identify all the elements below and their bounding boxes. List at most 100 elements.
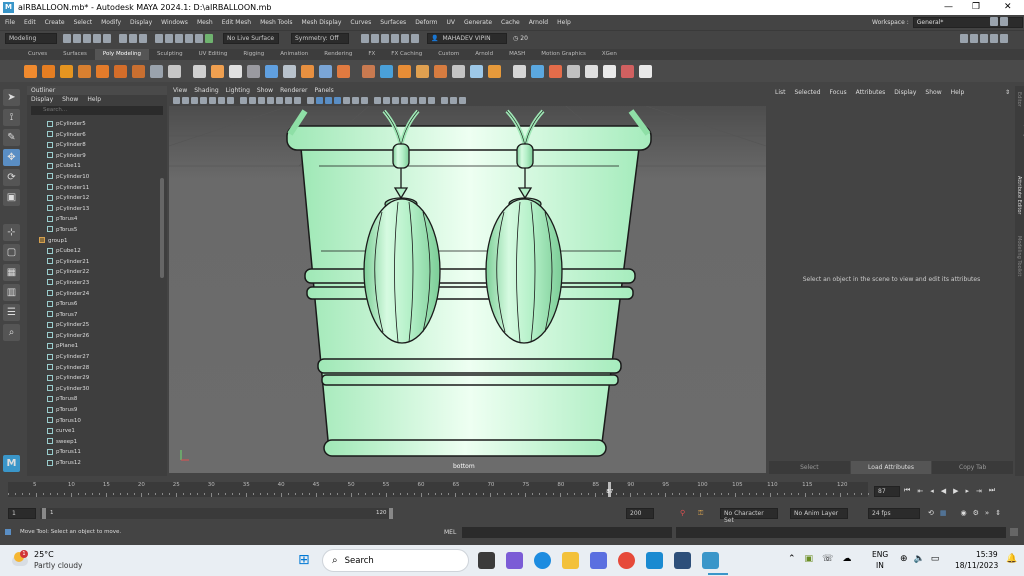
- viewport-shadows-icon[interactable]: [352, 97, 359, 104]
- shelf-layout-icon[interactable]: [621, 64, 634, 78]
- history-icon[interactable]: [361, 34, 369, 43]
- paint-select-tool-icon[interactable]: ✎: [3, 129, 20, 146]
- shelf-platonic-icon[interactable]: [150, 64, 163, 78]
- globe-icon[interactable]: ⊕: [900, 554, 908, 564]
- load-attributes-button[interactable]: Load Attributes: [850, 461, 932, 474]
- outliner-scrollbar[interactable]: [160, 178, 164, 278]
- shelf-tab-curves[interactable]: Curves: [20, 49, 55, 60]
- outliner-item[interactable]: pCylinder25: [27, 320, 161, 331]
- viewport-gamma-icon[interactable]: [450, 97, 457, 104]
- viewport-menu-view[interactable]: View: [173, 87, 187, 94]
- shelf-quad-draw-icon[interactable]: [488, 64, 501, 78]
- viewport-menu-renderer[interactable]: Renderer: [280, 87, 307, 94]
- menu-display[interactable]: Display: [130, 19, 152, 26]
- viewport-xray-components-icon[interactable]: [428, 97, 435, 104]
- user-account-dropdown[interactable]: 👤 MAHADEV VIPIN: [427, 33, 507, 44]
- menu-uv[interactable]: UV: [447, 19, 456, 26]
- viewport-menu-panels[interactable]: Panels: [314, 87, 333, 94]
- shelf-connect-icon[interactable]: [434, 64, 447, 78]
- shelf-smooth-icon[interactable]: [283, 64, 296, 78]
- select-hierarchy-icon[interactable]: [119, 34, 127, 43]
- shelf-tab-arnold[interactable]: Arnold: [467, 49, 501, 60]
- save-scene-icon[interactable]: [83, 34, 91, 43]
- mel-command-input[interactable]: [462, 527, 672, 538]
- language-top[interactable]: ENG: [872, 550, 888, 559]
- sound-icon[interactable]: ◉: [961, 509, 967, 517]
- live-surface-field[interactable]: No Live Surface: [223, 33, 279, 44]
- menu-cache[interactable]: Cache: [501, 19, 520, 26]
- outliner-item[interactable]: pCylinder27: [27, 352, 161, 363]
- snap-view-icon[interactable]: [195, 34, 203, 43]
- viewport-default-material-icon[interactable]: [325, 97, 332, 104]
- clock-date[interactable]: 18/11/2023: [955, 561, 998, 570]
- shelf-tab-rendering[interactable]: Rendering: [316, 49, 360, 60]
- snap-point-icon[interactable]: [175, 34, 183, 43]
- viewport-xray-joints-icon[interactable]: [419, 97, 426, 104]
- range-start-handle[interactable]: [42, 508, 46, 519]
- shelf-svg-text-icon[interactable]: [193, 64, 206, 78]
- outliner-item[interactable]: pTorus5: [27, 225, 161, 236]
- snap-curve-icon[interactable]: [165, 34, 173, 43]
- attr-menu-list[interactable]: List: [775, 86, 786, 100]
- viewport-resolution-gate-icon[interactable]: [258, 97, 265, 104]
- outliner-item[interactable]: pTorus6: [27, 299, 161, 310]
- side-tab-channel-box[interactable]: Channel Box / Layer Editor: [1016, 92, 1024, 152]
- outliner-item[interactable]: pCube11: [27, 161, 161, 172]
- outliner-item[interactable]: pCylinder8: [27, 140, 161, 151]
- outliner-item[interactable]: pTorus8: [27, 394, 161, 405]
- step-forward-key-icon[interactable]: ⇥: [976, 487, 982, 495]
- viewport-motion-blur-icon[interactable]: [374, 97, 381, 104]
- shelf-checker-icon[interactable]: [639, 64, 652, 78]
- select-object-icon[interactable]: [129, 34, 137, 43]
- attr-menu-focus[interactable]: Focus: [830, 86, 847, 100]
- go-to-end-icon[interactable]: ⏭: [989, 486, 995, 495]
- taskbar-search-box[interactable]: ⌕ Search: [322, 549, 469, 572]
- clock-time[interactable]: 15:39: [976, 550, 998, 559]
- shelf-tab-sculpting[interactable]: Sculpting: [149, 49, 191, 60]
- teams-icon[interactable]: [506, 552, 523, 569]
- toggle-tool-settings-icon[interactable]: [980, 34, 988, 43]
- tray-cloud-icon[interactable]: ☁: [842, 554, 851, 564]
- battery-icon[interactable]: ▭: [931, 554, 940, 564]
- move-tool-icon[interactable]: ✥: [3, 149, 20, 166]
- show-hidden-icons-chevron-icon[interactable]: ⌃: [788, 554, 796, 564]
- shelf-separate-icon[interactable]: [265, 64, 278, 78]
- viewport-depth-of-field-icon[interactable]: [392, 97, 399, 104]
- anim-settings-icon[interactable]: ⇕: [995, 509, 1001, 517]
- anim-layer-dropdown[interactable]: No Anim Layer: [790, 508, 848, 519]
- play-forward-icon[interactable]: ▶: [953, 487, 958, 495]
- new-scene-icon[interactable]: [63, 34, 71, 43]
- play-back-icon[interactable]: ◀: [941, 487, 946, 495]
- select-button[interactable]: Select: [769, 461, 850, 474]
- menu-help[interactable]: Help: [557, 19, 571, 26]
- outliner-item[interactable]: pCylinder28: [27, 363, 161, 374]
- viewport-camera-attributes-icon[interactable]: [191, 97, 198, 104]
- shelf-cut-uv-icon[interactable]: [567, 64, 580, 78]
- shelf-sweep-icon[interactable]: [211, 64, 224, 78]
- shelf-combine-icon[interactable]: [247, 64, 260, 78]
- viewport[interactable]: bottom: [169, 106, 766, 473]
- viewport-select-camera-icon[interactable]: [173, 97, 180, 104]
- viewport-menu-shading[interactable]: Shading: [194, 87, 218, 94]
- outliner-menu-help[interactable]: Help: [87, 95, 101, 105]
- viewport-film-gate-icon[interactable]: [249, 97, 256, 104]
- step-forward-frame-icon[interactable]: ▸: [965, 487, 969, 495]
- side-tab-modeling-toolkit[interactable]: Modeling Toolkit: [1016, 236, 1022, 286]
- side-tab-attribute-editor[interactable]: Attribute Editor: [1016, 176, 1022, 236]
- maya-taskbar-icon[interactable]: [702, 552, 719, 569]
- hypershade-icon[interactable]: [401, 34, 409, 43]
- step-back-frame-icon[interactable]: ◂: [930, 487, 934, 495]
- attr-menu-show[interactable]: Show: [925, 86, 941, 100]
- outliner-item[interactable]: pTorus9: [27, 405, 161, 416]
- loop-icon[interactable]: ⟲: [928, 509, 934, 517]
- shelf-uv-editor-icon[interactable]: [513, 64, 526, 78]
- shelf-target-weld-icon[interactable]: [416, 64, 429, 78]
- end-frame-field[interactable]: 200: [626, 508, 654, 519]
- outliner-item[interactable]: pCylinder30: [27, 384, 161, 395]
- shelf-disc-icon[interactable]: [132, 64, 145, 78]
- render-settings-icon[interactable]: [391, 34, 399, 43]
- playback-speed-icon[interactable]: »: [985, 509, 989, 517]
- workspace-lock-icon[interactable]: [990, 17, 998, 26]
- shelf-unfold-icon[interactable]: [603, 64, 616, 78]
- time-slider-bar[interactable]: 5 10 15 20 25 30 35 40 45 50 55 60 65 70 75 80 85 90 95 100…: [8, 482, 869, 497]
